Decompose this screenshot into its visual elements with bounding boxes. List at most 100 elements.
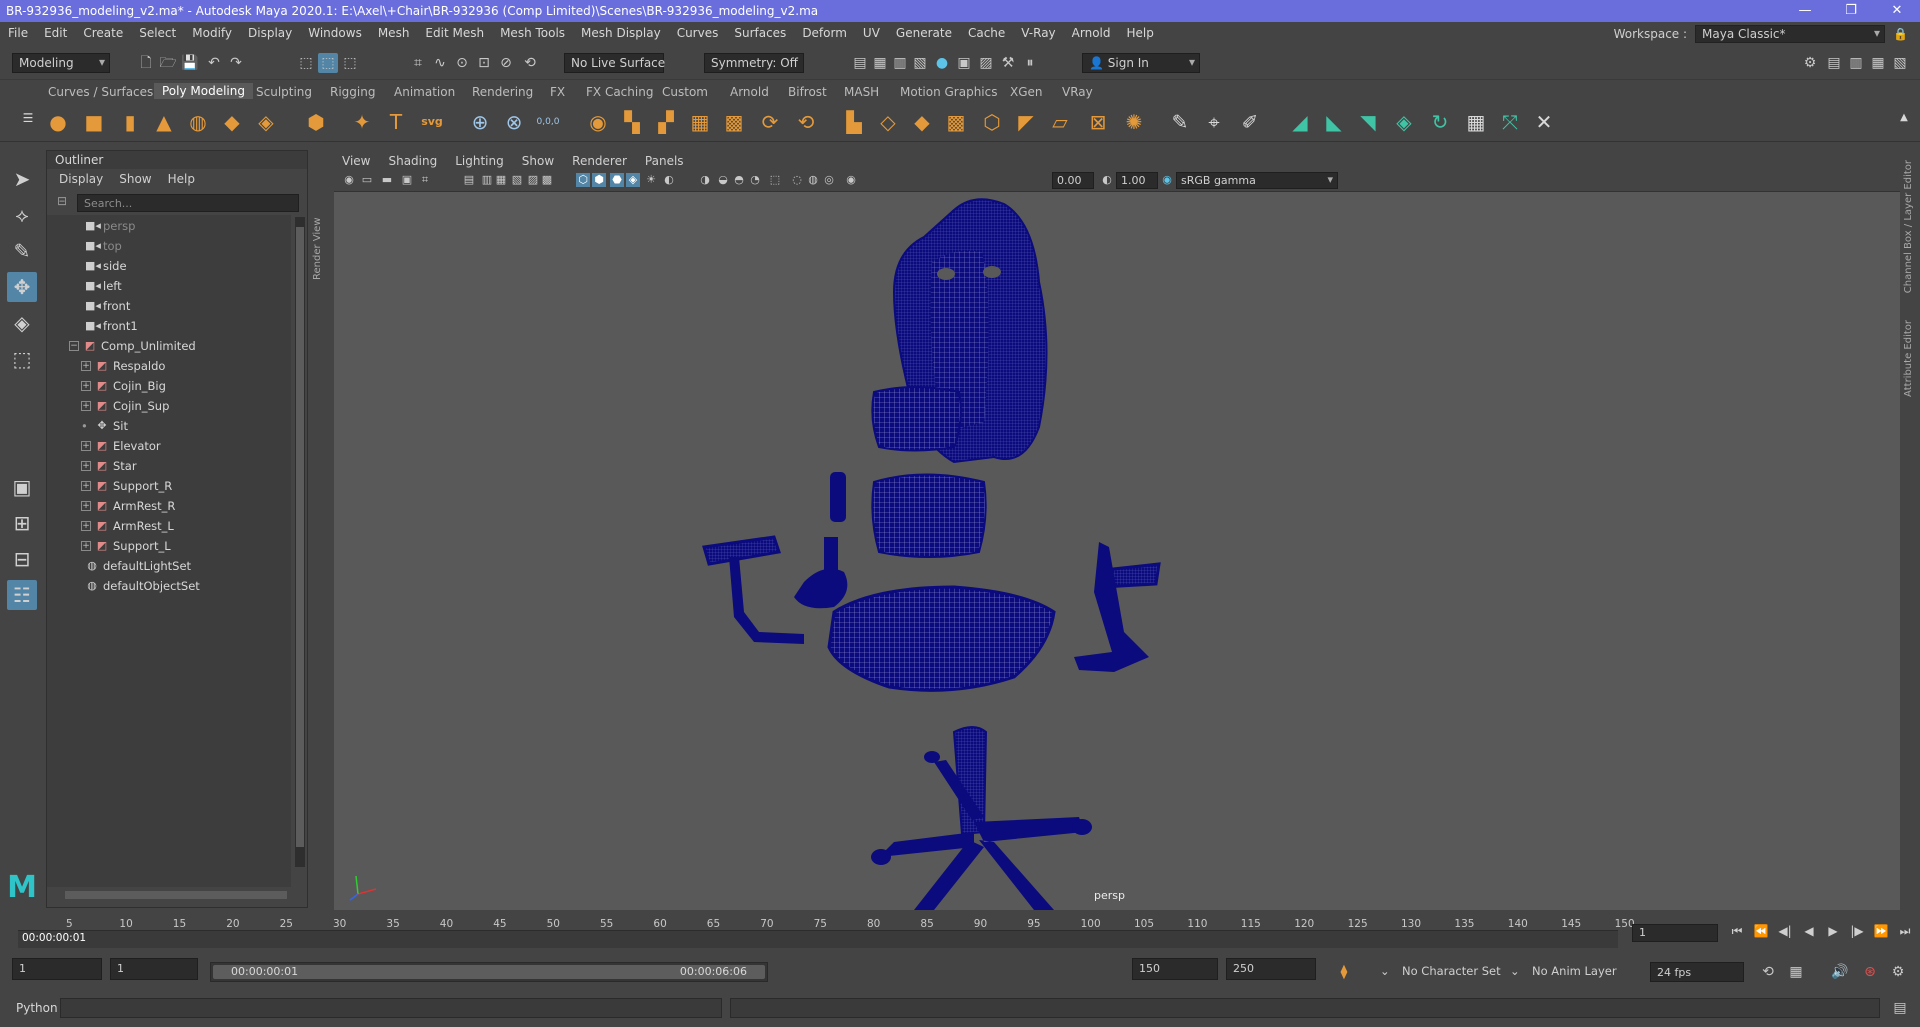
insert-edge-loop-icon[interactable]: ▩ xyxy=(720,108,748,136)
four-view-layout-icon[interactable]: ⊞ xyxy=(7,508,37,538)
outliner-item[interactable]: + ◩ Support_R xyxy=(81,477,172,495)
lattice-icon[interactable]: ⌖ xyxy=(1200,108,1228,136)
color-management-icon[interactable]: ◉ xyxy=(1160,173,1174,187)
outliner-item[interactable]: − ◩ Comp_Unlimited xyxy=(69,337,196,355)
wireframe-icon[interactable]: ⬡ xyxy=(576,173,590,187)
field-chart-icon[interactable]: ▧ xyxy=(510,173,524,187)
extrude-icon[interactable]: ▞ xyxy=(652,108,680,136)
outliner-search-input[interactable]: Search... xyxy=(77,194,299,212)
ipr-render-icon[interactable]: ▥ xyxy=(890,53,910,73)
append-polygon-icon[interactable]: ⟳ xyxy=(756,108,784,136)
checker-icon[interactable]: ▦ xyxy=(1462,108,1490,136)
menu-mesh[interactable]: Mesh xyxy=(370,26,418,40)
current-frame-field[interactable]: 1 xyxy=(1632,924,1718,942)
modeling-toolkit-icon[interactable]: ⚒ xyxy=(998,53,1018,73)
viewport-menu-show[interactable]: Show xyxy=(522,154,554,168)
exposure-icon[interactable]: ◉ xyxy=(844,173,858,187)
rotate-tool-icon[interactable]: ◈ xyxy=(7,308,37,338)
image-plane-icon[interactable]: ▣ xyxy=(400,173,414,187)
menu-create[interactable]: Create xyxy=(75,26,131,40)
snap-point-icon[interactable]: ⊙ xyxy=(452,53,472,73)
outliner-item[interactable]: + ◩ ArmRest_R xyxy=(81,497,175,515)
outliner-item[interactable]: + ◩ Support_L xyxy=(81,537,171,555)
sign-in-dropdown[interactable]: 👤 Sign In xyxy=(1082,53,1200,73)
shelf-tab-curves-surfaces[interactable]: Curves / Surfaces xyxy=(48,85,153,99)
play-backwards-icon[interactable]: ◀ xyxy=(1800,922,1818,940)
channel-box-tab[interactable]: Channel Box / Layer Editor xyxy=(1903,160,1914,293)
character-set-icon[interactable]: ⌄ xyxy=(1380,964,1390,978)
smooth-shade-all-icon[interactable]: ⬢ xyxy=(592,173,606,187)
move-tool-icon[interactable]: ✥ xyxy=(7,272,37,302)
play-forwards-icon[interactable]: ▶ xyxy=(1824,922,1842,940)
select-tool-icon[interactable]: ➤ xyxy=(7,164,37,194)
menu-help[interactable]: Help xyxy=(1119,26,1162,40)
select-camera-icon[interactable]: ◉ xyxy=(342,173,356,187)
menu-surfaces[interactable]: Surfaces xyxy=(726,26,794,40)
gamma-field[interactable]: 1.00 xyxy=(1116,172,1158,189)
outliner-menu-show[interactable]: Show xyxy=(119,172,151,186)
paint-select-icon[interactable]: ✎ xyxy=(7,236,37,266)
isolate-select-icon[interactable]: ⬚ xyxy=(768,173,782,187)
combine-icon[interactable]: ⊕ xyxy=(466,108,494,136)
shelf-tab-rendering[interactable]: Rendering xyxy=(472,85,533,99)
symmetry-field[interactable]: Symmetry: Off xyxy=(704,53,804,73)
multi-cut-icon[interactable]: ▦ xyxy=(686,108,714,136)
step-back-key-icon[interactable]: ⏪ xyxy=(1752,922,1770,940)
anti-aliasing-icon[interactable]: ◓ xyxy=(732,173,746,187)
anim-start-field[interactable]: 1 xyxy=(110,958,198,980)
outliner-item[interactable]: ■◂ top xyxy=(85,237,122,255)
modeling-toolkit-toggle-icon[interactable]: ▧ xyxy=(1890,53,1910,73)
render-view-icon[interactable]: ▧ xyxy=(910,53,930,73)
menu-set-dropdown[interactable]: Modeling xyxy=(12,53,110,73)
snap-live-icon[interactable]: ⊘ xyxy=(496,53,516,73)
smooth-icon[interactable]: ◇ xyxy=(874,108,902,136)
shelf-scroll-icon[interactable]: ▲ xyxy=(1890,104,1918,132)
outliner-item[interactable]: • ✥ Sit xyxy=(81,417,128,435)
script-editor-icon[interactable]: ▤ xyxy=(1890,998,1910,1018)
outliner-item[interactable]: + ◩ Respaldo xyxy=(81,357,165,375)
bevel-icon[interactable]: ◉ xyxy=(584,108,612,136)
transfer-attributes-icon[interactable]: ✕ xyxy=(1530,108,1558,136)
reduce-icon[interactable]: ◆ xyxy=(908,108,936,136)
shelf-tab-xgen[interactable]: XGen xyxy=(1010,85,1043,99)
expand-icon[interactable]: + xyxy=(81,521,91,531)
sculpt-icon[interactable]: ✐ xyxy=(1236,108,1264,136)
shelf-tab-fx[interactable]: FX xyxy=(550,85,565,99)
menu-windows[interactable]: Windows xyxy=(300,26,370,40)
cylindrical-uv-icon[interactable]: ◣ xyxy=(1320,108,1348,136)
xray-joints-icon[interactable]: ◍ xyxy=(806,173,820,187)
menu-edit[interactable]: Edit xyxy=(36,26,75,40)
ambient-occlusion-icon[interactable]: ◑ xyxy=(698,173,712,187)
viewport-menu-shading[interactable]: Shading xyxy=(388,154,437,168)
outliner-item[interactable]: ■◂ left xyxy=(85,277,122,295)
grid-icon[interactable]: ⌗ xyxy=(418,173,432,187)
close-icon[interactable]: ✕ xyxy=(1874,0,1920,22)
menu-cache[interactable]: Cache xyxy=(960,26,1013,40)
poly-sphere-icon[interactable]: ● xyxy=(44,108,72,136)
undo-icon[interactable]: ↶ xyxy=(204,53,224,73)
platonic-solid-icon[interactable]: ⬢ xyxy=(302,108,330,136)
motion-blur-icon[interactable]: ◒ xyxy=(716,173,730,187)
gamma-icon[interactable]: ◐ xyxy=(1100,173,1114,187)
settings-icon[interactable]: ⚙ xyxy=(1888,962,1908,982)
viewport-menu-panels[interactable]: Panels xyxy=(645,154,684,168)
soft-select-icon[interactable]: ✎ xyxy=(1166,108,1194,136)
outliner-item[interactable]: + ◩ Cojin_Sup xyxy=(81,397,169,415)
depth-of-field-icon[interactable]: ◔ xyxy=(748,173,762,187)
single-perspective-layout-icon[interactable]: ▣ xyxy=(7,472,37,502)
menu-v-ray[interactable]: V-Ray xyxy=(1013,26,1063,40)
shelf-tab-motion-graphics[interactable]: Motion Graphics xyxy=(900,85,998,99)
save-scene-icon[interactable]: 💾 xyxy=(180,53,200,73)
poly-disc-icon[interactable]: ◈ xyxy=(252,108,280,136)
render-setup-icon[interactable]: ▣ xyxy=(954,53,974,73)
anim-end-field[interactable]: 250 xyxy=(1226,958,1316,980)
poly-cylinder-icon[interactable]: ▮ xyxy=(116,108,144,136)
expand-icon[interactable]: + xyxy=(81,541,91,551)
outliner-item[interactable]: ■◂ side xyxy=(85,257,127,275)
collapse-icon[interactable]: ▱ xyxy=(1046,108,1074,136)
svg-tool-icon[interactable]: svg xyxy=(418,108,446,136)
boolean-icon[interactable]: ▩ xyxy=(942,108,970,136)
command-input[interactable] xyxy=(60,998,722,1018)
snap-view-plane-icon[interactable]: ⊡ xyxy=(474,53,494,73)
shadows-icon[interactable]: ◐ xyxy=(662,173,676,187)
